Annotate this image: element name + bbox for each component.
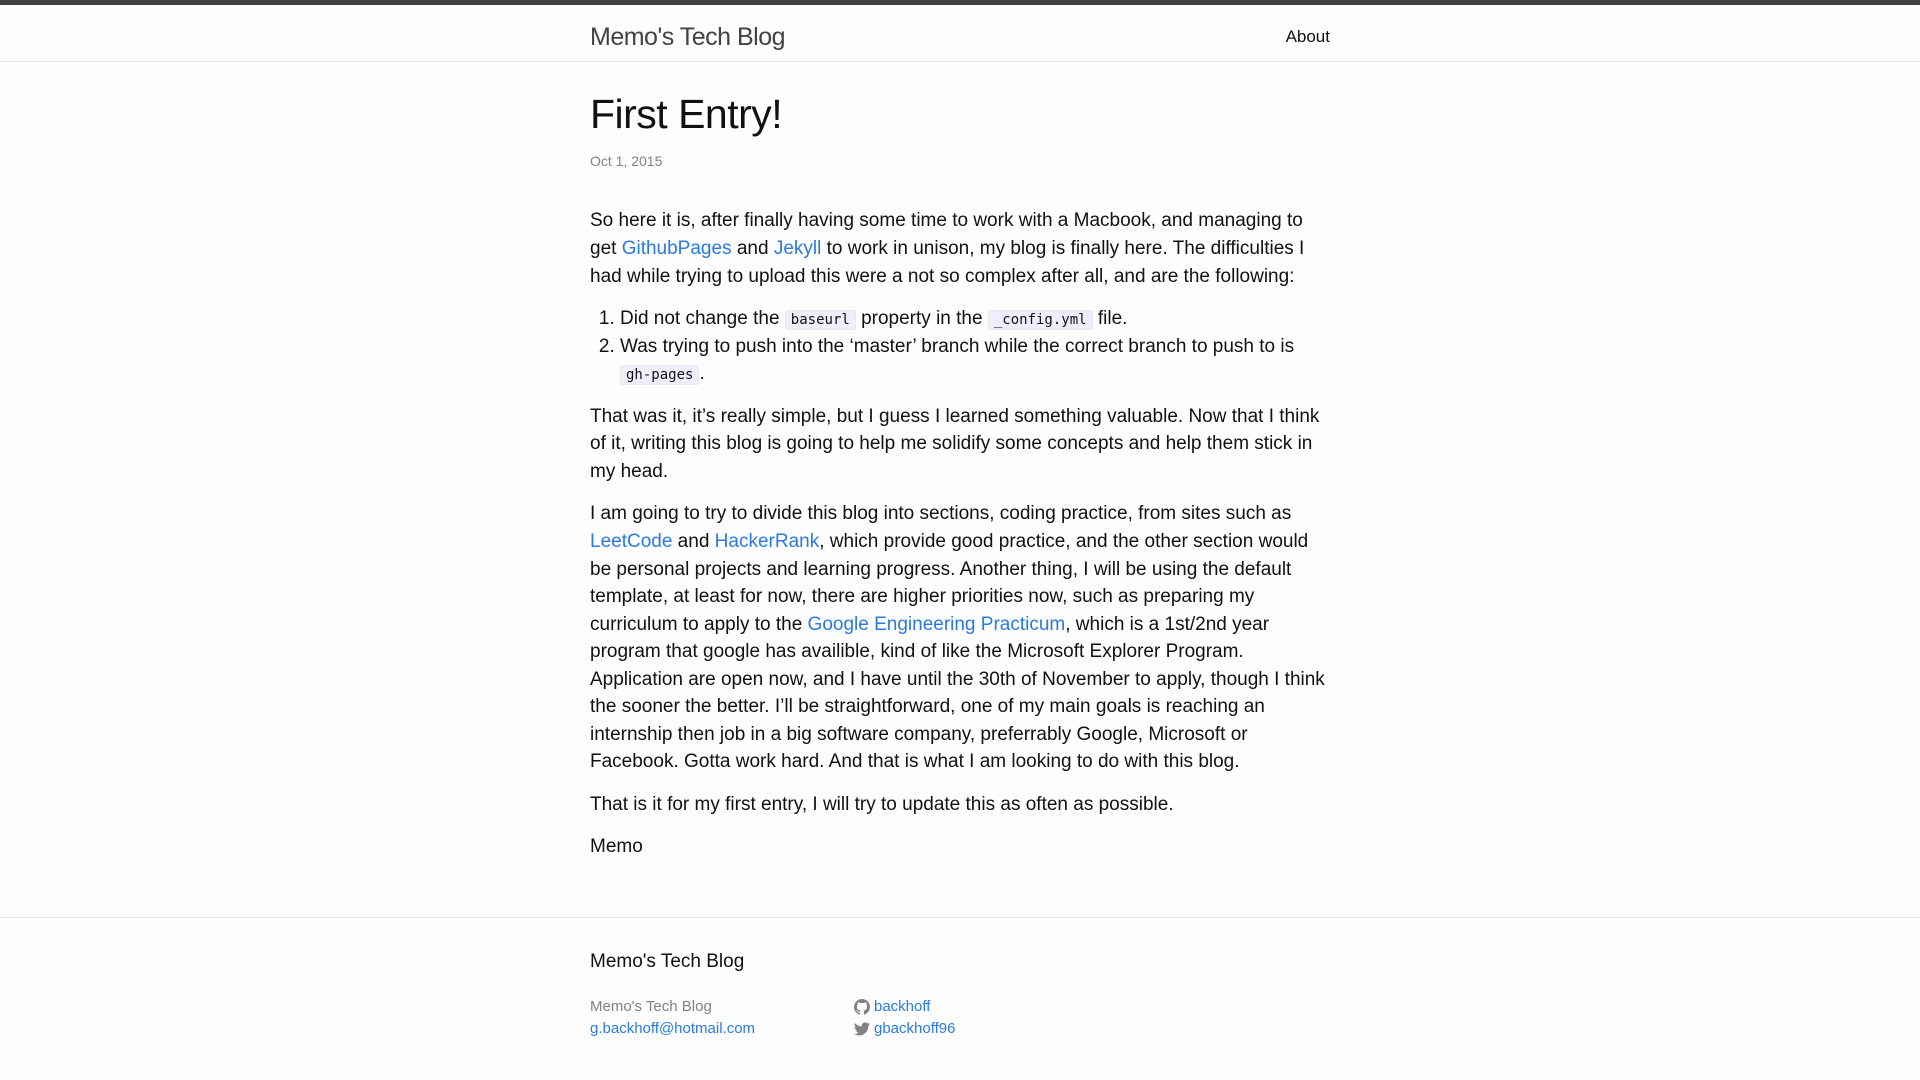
post-content: First Entry! Oct 1, 2015 So here it is, … [0, 90, 1920, 861]
post-paragraph-1: So here it is, after finally having some… [590, 207, 1330, 290]
githubpages-link[interactable]: GithubPages [622, 238, 732, 259]
footer-heading: Memo's Tech Blog [590, 950, 745, 972]
twitter-profile-link[interactable]: gbackhoff96 [854, 1018, 1154, 1040]
post-date: Oct 1, 2015 [590, 153, 663, 170]
p1-text-2: and [731, 238, 774, 260]
post-title: First Entry! [590, 91, 783, 137]
code-baseurl: baseurl [784, 310, 856, 331]
list-item-text: file. [1092, 308, 1128, 330]
p3-text-1: I am going to try to divide this blog in… [590, 503, 1292, 525]
difficulties-list: Did not change the baseurl property in t… [590, 305, 1330, 388]
p3-text-4: , which is a 1st/2nd year program that g… [590, 613, 1325, 773]
list-item-text: Did not change the [620, 308, 785, 330]
p3-text-2: and [672, 530, 715, 552]
footer-name: Memo's Tech Blog [590, 997, 712, 1015]
site-title-link[interactable]: Memo's Tech Blog [590, 19, 786, 55]
code-config-yml: _config.yml [987, 310, 1093, 331]
list-item-text: . [699, 363, 705, 385]
nav-about-link[interactable]: About [1286, 27, 1330, 46]
footer-social-column: backhoff gbackhoff96 [854, 996, 1154, 1040]
post-paragraph-4: That is it for my first entry, I will tr… [590, 793, 1174, 815]
google-engineering-practicum-link[interactable]: Google Engineering Practicum [808, 614, 1066, 635]
github-profile-link[interactable]: backhoff [854, 996, 1154, 1018]
list-item-text: Was trying to push into the ‘master’ bra… [620, 335, 1295, 357]
code-gh-pages: gh-pages [620, 365, 700, 386]
footer-contact-column: Memo's Tech Blog g.backhoff@hotmail.com [590, 996, 854, 1040]
list-item: Was trying to push into the ‘master’ bra… [620, 333, 1330, 388]
footer-email-link[interactable]: g.backhoff@hotmail.com [590, 1020, 755, 1037]
list-item: Did not change the baseurl property in t… [620, 305, 1330, 333]
hackerrank-link[interactable]: HackerRank [715, 531, 820, 552]
list-item-text: property in the [855, 308, 988, 330]
github-icon [854, 998, 870, 1015]
post-paragraph-3: I am going to try to divide this blog in… [590, 500, 1330, 775]
leetcode-link[interactable]: LeetCode [590, 531, 672, 552]
site-header: Memo's Tech Blog About [0, 5, 1920, 62]
jekyll-link[interactable]: Jekyll [774, 238, 822, 259]
post-signature: Memo [590, 836, 643, 858]
github-username: backhoff [874, 997, 931, 1015]
site-nav: About [1286, 23, 1330, 51]
footer-columns: Memo's Tech Blog g.backhoff@hotmail.com … [590, 996, 1330, 1040]
twitter-username: gbackhoff96 [874, 1019, 956, 1037]
twitter-icon [854, 1021, 870, 1036]
site-footer: Memo's Tech Blog Memo's Tech Blog g.back… [0, 916, 1920, 1040]
post-paragraph-2: That was it, it’s really simple, but I g… [590, 405, 1320, 482]
